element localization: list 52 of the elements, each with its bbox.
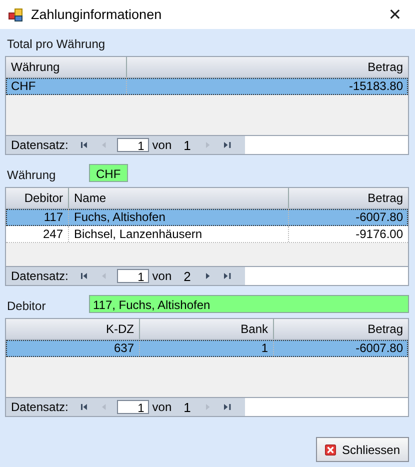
- value-field: CHF: [89, 164, 128, 182]
- window-title: Zahlunginformationen: [31, 7, 163, 22]
- first-record-icon[interactable]: [81, 403, 88, 411]
- table-cell: CHF: [6, 78, 127, 94]
- record-label: Datensatz:: [11, 138, 68, 152]
- position-field[interactable]: 1: [116, 269, 150, 283]
- table-cell-text: -6007.80: [354, 340, 404, 356]
- column-header[interactable]: Betrag: [289, 188, 408, 208]
- close-icon: [325, 442, 336, 458]
- of-label: von: [152, 269, 172, 283]
- column-header[interactable]: Betrag: [127, 57, 408, 77]
- section-label: Währung: [6, 168, 57, 182]
- last-record-icon[interactable]: [224, 272, 231, 280]
- record-count: 1: [184, 138, 191, 152]
- table-cell-text: -15183.80: [348, 78, 404, 94]
- section-label: Total pro Währung: [6, 37, 106, 51]
- grid-row[interactable]: 637 1 -6007.80: [6, 340, 408, 357]
- last-record-icon[interactable]: [224, 403, 231, 411]
- column-header[interactable]: Name: [69, 188, 289, 208]
- grid-row[interactable]: CHF -15183.80: [6, 78, 408, 95]
- position-field[interactable]: 1: [116, 400, 150, 414]
- column-header[interactable]: Bank: [140, 319, 274, 339]
- of-label: von: [152, 400, 172, 414]
- table-cell: Fuchs, Altishofen: [69, 209, 289, 225]
- column-header[interactable]: Debitor: [6, 188, 69, 208]
- table-cell: 637: [6, 340, 140, 356]
- section-label: Debitor: [6, 299, 47, 313]
- record-count: 2: [184, 268, 191, 284]
- record-label: Datensatz:: [11, 400, 68, 414]
- table-cell-text: -9176.00: [354, 226, 404, 242]
- position-field[interactable]: 1: [116, 138, 150, 152]
- column-header[interactable]: Währung: [6, 57, 127, 77]
- close-button[interactable]: ✕: [375, 0, 415, 29]
- table-cell: 247: [6, 226, 69, 242]
- table-cell: Bichsel, Lanzenhäusern: [69, 226, 289, 242]
- value-field: 117, Fuchs, Altishofen: [89, 295, 409, 313]
- record-count: 1: [184, 400, 191, 414]
- column-header[interactable]: Betrag: [274, 319, 408, 339]
- column-header[interactable]: K-DZ: [6, 319, 140, 339]
- next-record-icon[interactable]: [206, 272, 210, 280]
- close-button[interactable]: Schliessen: [316, 437, 409, 462]
- grid-row[interactable]: 117 Fuchs, Altishofen -6007.80: [6, 209, 408, 226]
- first-record-icon[interactable]: [81, 141, 88, 149]
- grid-row[interactable]: 247 Bichsel, Lanzenhäusern -9176.00: [6, 226, 408, 243]
- record-label: Datensatz:: [11, 269, 68, 283]
- first-record-icon[interactable]: [81, 272, 88, 280]
- table-cell: 117: [6, 209, 69, 225]
- table-cell: 1: [140, 340, 274, 356]
- table-cell-text: -6007.80: [354, 209, 404, 225]
- last-record-icon[interactable]: [224, 141, 231, 149]
- app-icon: [8, 6, 24, 22]
- of-label: von: [152, 138, 172, 152]
